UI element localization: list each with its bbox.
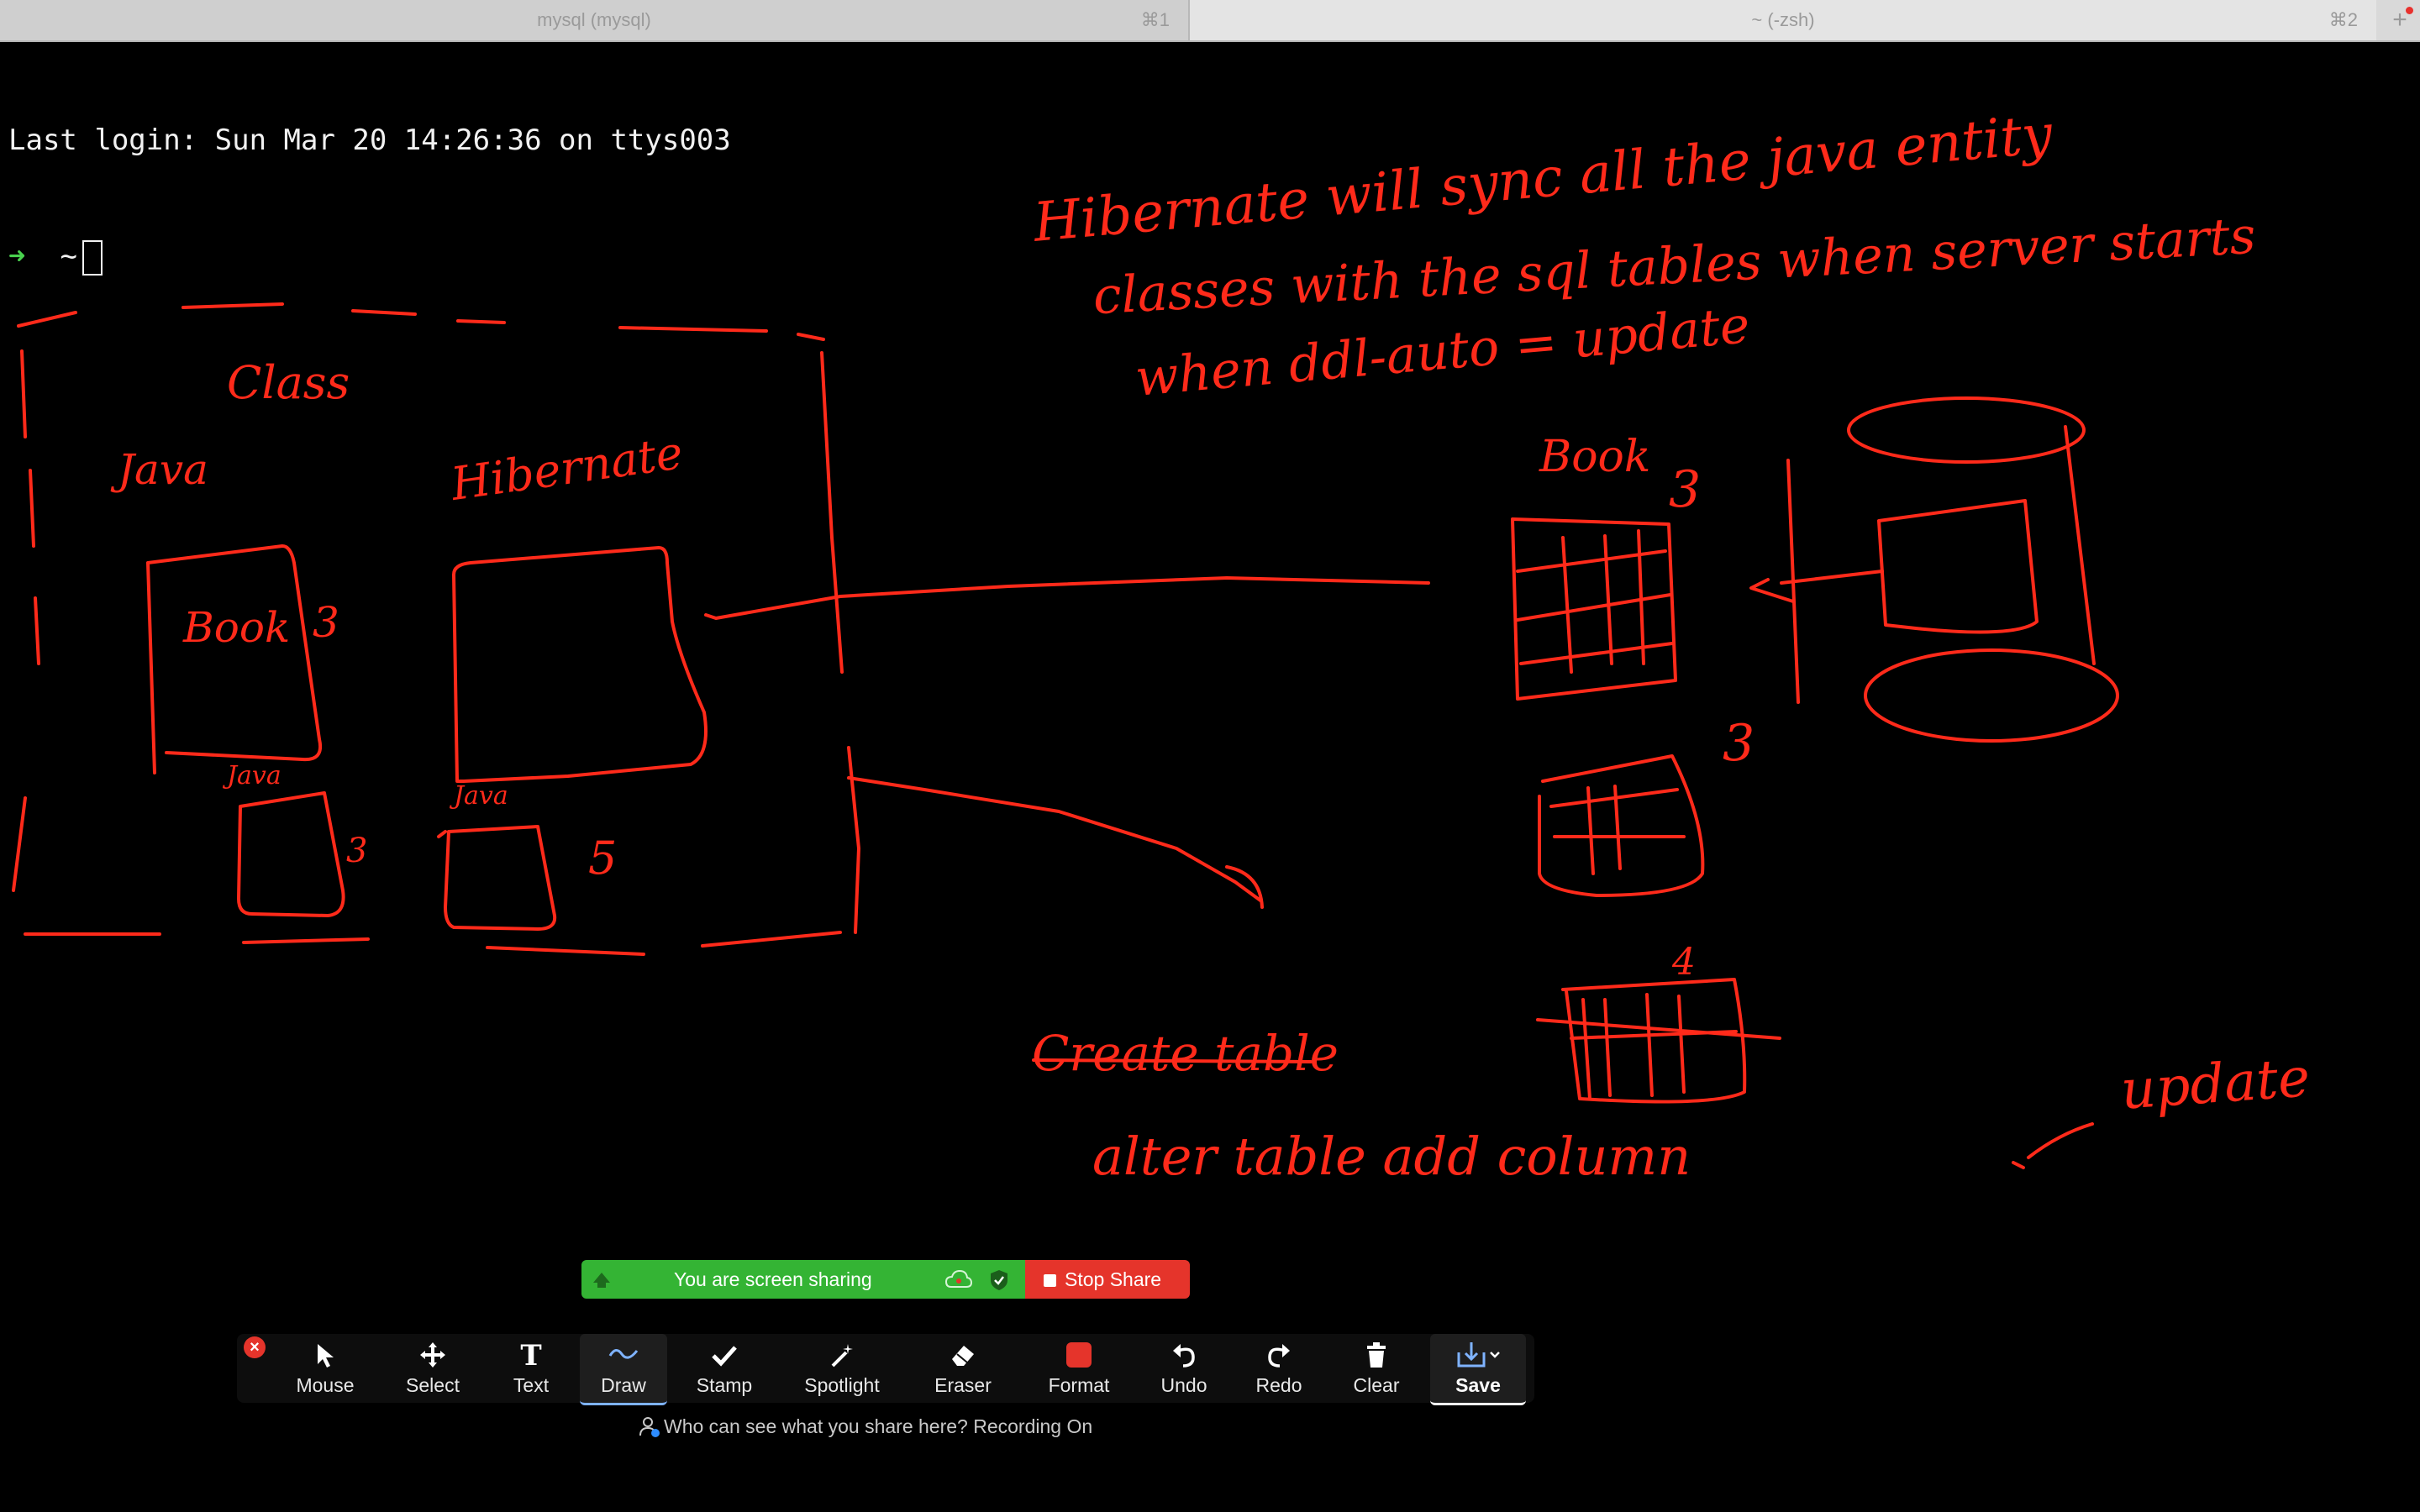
table1-count: 3 bbox=[1669, 460, 1702, 519]
java-label: Java bbox=[118, 445, 208, 494]
stop-share-label: Stop Share bbox=[1065, 1268, 1162, 1290]
db-table-grid-2 bbox=[1538, 754, 1705, 897]
table2-count: 3 bbox=[1723, 714, 1755, 773]
update-checkmark bbox=[2012, 1122, 2094, 1169]
tool-clear[interactable]: Clear bbox=[1334, 1334, 1418, 1403]
book-class-box bbox=[146, 544, 322, 774]
squiggle-icon bbox=[608, 1349, 639, 1359]
shield-check-icon bbox=[991, 1270, 1007, 1290]
db-table-grid-1 bbox=[1511, 517, 1677, 701]
java-box-1 bbox=[237, 791, 345, 917]
tool-label: Undo bbox=[1160, 1374, 1207, 1396]
dashed-frame-top bbox=[17, 302, 825, 341]
eraser-icon bbox=[952, 1346, 974, 1366]
tool-label: Draw bbox=[601, 1374, 646, 1396]
tool-mouse[interactable]: Mouse bbox=[279, 1334, 371, 1403]
book-count: 3 bbox=[313, 598, 339, 647]
db-cylinder-body bbox=[1786, 425, 2096, 704]
box2-count: 5 bbox=[588, 832, 618, 885]
person-icon bbox=[639, 1417, 660, 1437]
arrow-down-right bbox=[847, 776, 1264, 909]
redo-icon bbox=[1268, 1344, 1290, 1368]
book-class-label: Book bbox=[183, 603, 291, 652]
tool-select[interactable]: Select bbox=[387, 1334, 479, 1403]
tool-label: Select bbox=[406, 1374, 460, 1396]
tool-save[interactable]: Save bbox=[1430, 1334, 1526, 1405]
tool-label: Redo bbox=[1255, 1374, 1302, 1396]
dashed-frame-bottom bbox=[24, 931, 842, 956]
db-cylinder-top bbox=[1847, 396, 2086, 464]
tool-label: Text bbox=[513, 1374, 550, 1396]
color-swatch-icon bbox=[1066, 1342, 1092, 1368]
magic-wand-icon bbox=[831, 1344, 853, 1368]
tool-label: Mouse bbox=[296, 1374, 355, 1396]
book-table-label: Book bbox=[1539, 432, 1651, 482]
mouse-pointer-icon bbox=[318, 1344, 334, 1368]
class-label: Class bbox=[227, 356, 350, 409]
checkmark-icon bbox=[712, 1346, 737, 1367]
box1-count: 3 bbox=[346, 832, 368, 870]
close-toolbar-button[interactable]: × bbox=[244, 1336, 266, 1358]
tool-label: Eraser bbox=[934, 1374, 992, 1396]
tool-draw[interactable]: Draw bbox=[580, 1334, 667, 1405]
java-small-label-2: Java bbox=[454, 781, 508, 811]
create-table-note: Create table bbox=[1032, 1025, 1339, 1082]
tool-undo[interactable]: Undo bbox=[1138, 1334, 1230, 1403]
table3-count: 4 bbox=[1672, 941, 1696, 984]
dashed-frame-left bbox=[12, 349, 40, 892]
tool-label: Format bbox=[1048, 1374, 1110, 1396]
who-can-see-text: Who can see what you share here? Recordi… bbox=[664, 1415, 1093, 1437]
tool-label: Clear bbox=[1353, 1374, 1400, 1396]
hibernate-box bbox=[452, 546, 708, 783]
tool-eraser[interactable]: Eraser bbox=[914, 1334, 1012, 1403]
java-small-label: Java bbox=[227, 761, 281, 790]
tool-text[interactable]: T Text bbox=[489, 1334, 573, 1403]
screen-share-banner: You are screen sharing Stop Share bbox=[581, 1260, 1190, 1299]
tool-redo[interactable]: Redo bbox=[1237, 1334, 1321, 1403]
tool-label: Save bbox=[1455, 1374, 1501, 1396]
undo-icon bbox=[1173, 1344, 1195, 1368]
update-note: update bbox=[2118, 1047, 2312, 1122]
text-t-icon: T bbox=[520, 1341, 541, 1369]
tool-spotlight[interactable]: Spotlight bbox=[785, 1334, 899, 1403]
share-status-bar[interactable]: You are screen sharing bbox=[581, 1260, 1025, 1299]
arrow-from-db bbox=[1749, 570, 1884, 603]
arrow-up-left-icon bbox=[593, 1273, 610, 1288]
tool-format[interactable]: Format bbox=[1030, 1334, 1128, 1403]
stop-share-button[interactable]: Stop Share bbox=[1025, 1260, 1190, 1299]
save-download-icon bbox=[1457, 1342, 1500, 1368]
trash-icon bbox=[1367, 1342, 1386, 1368]
who-can-see-link[interactable]: Who can see what you share here? Recordi… bbox=[639, 1414, 1092, 1439]
tool-stamp[interactable]: Stamp bbox=[681, 1334, 768, 1403]
db-inner-box bbox=[1877, 499, 2039, 634]
java-box-2 bbox=[437, 825, 557, 931]
dashed-frame-right bbox=[820, 351, 860, 934]
annotation-toolbar: × Mouse Select T Text Draw Stamp Spotlig… bbox=[237, 1334, 1534, 1405]
share-status-text: You are screen sharing bbox=[674, 1268, 872, 1290]
tool-label: Spotlight bbox=[804, 1374, 880, 1396]
alter-table-note: alter table add column bbox=[1092, 1126, 1691, 1187]
db-table-grid-3 bbox=[1536, 978, 1781, 1104]
svg-text:T: T bbox=[520, 1341, 541, 1369]
tool-label: Stamp bbox=[696, 1374, 753, 1396]
stop-square-icon bbox=[1044, 1274, 1056, 1287]
move-arrows-icon bbox=[420, 1342, 445, 1368]
arrow-to-table bbox=[704, 576, 1430, 620]
db-cylinder-bottom bbox=[1864, 648, 2119, 743]
cloud-icon bbox=[944, 1269, 973, 1288]
